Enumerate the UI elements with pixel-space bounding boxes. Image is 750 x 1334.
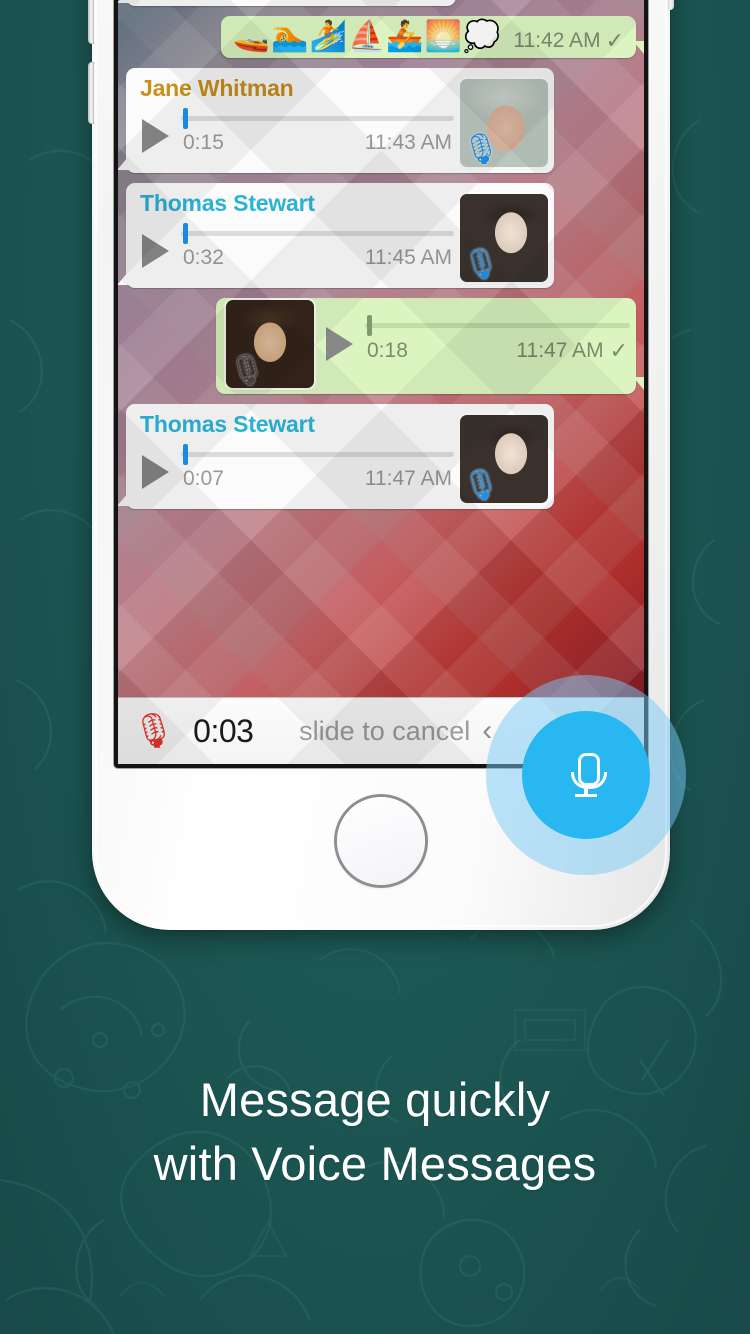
promo-caption: Message quickly with Voice Messages bbox=[0, 1068, 750, 1196]
sender-name: Jane Whitman bbox=[140, 74, 294, 101]
message-row: Thomas Stewart 0:32 11:45 AM 🎙 bbox=[118, 182, 636, 288]
voice-progress-track[interactable] bbox=[181, 444, 454, 466]
voice-track-column: 0:32 11:45 AM bbox=[181, 223, 454, 270]
record-mic-icon: 🎙 bbox=[132, 712, 176, 750]
emoji-speedboat-icon: 🚤 bbox=[232, 19, 271, 53]
voice-progress-track[interactable] bbox=[181, 108, 454, 130]
recording-elapsed: 0:03 bbox=[193, 712, 254, 749]
home-button[interactable] bbox=[337, 797, 425, 885]
delivered-tick-icon: ✓ bbox=[605, 27, 624, 53]
voice-duration: 0:18 bbox=[367, 339, 408, 363]
message-row: 🚤 🏊 🏄 ⛵ 🚣 🌅 💭 11:42 AM ✓ bbox=[126, 15, 644, 58]
voice-player[interactable]: 0:15 11:43 AM 🎙 bbox=[126, 78, 554, 173]
voice-progress-knob[interactable] bbox=[367, 315, 372, 337]
voice-meta: 0:07 11:47 AM bbox=[181, 467, 454, 491]
play-button[interactable] bbox=[326, 326, 353, 361]
voice-time-status: 11:47 AM ✓ bbox=[516, 338, 628, 364]
slide-to-cancel-label: slide to cancel bbox=[299, 715, 471, 746]
voice-mic-icon: 🎙 bbox=[462, 468, 501, 502]
voice-duration: 0:32 bbox=[183, 246, 224, 270]
message-time: 11:47 AM bbox=[364, 467, 452, 491]
avatar: 🎙 bbox=[460, 414, 548, 503]
voice-player[interactable]: 🎙 0:18 11:47 AM ✓ bbox=[216, 298, 636, 394]
voice-meta: 0:18 11:47 AM ✓ bbox=[365, 338, 630, 364]
voice-mic-icon: 🎙 bbox=[228, 353, 267, 387]
power-button[interactable] bbox=[668, 0, 674, 10]
caption-line-1: Message quickly bbox=[199, 1073, 551, 1126]
emoji-thought-balloon-icon: 💭 bbox=[463, 19, 501, 53]
voice-duration: 0:15 bbox=[183, 131, 224, 155]
volume-down-button[interactable] bbox=[88, 62, 94, 124]
delivered-tick-icon: ✓ bbox=[609, 338, 628, 364]
voice-progress-knob[interactable] bbox=[183, 108, 188, 130]
voice-progress-track[interactable] bbox=[181, 223, 454, 245]
voice-duration: 0:07 bbox=[183, 467, 224, 491]
emoji-swimmer-icon: 🏊 bbox=[271, 19, 309, 53]
volume-up-button[interactable] bbox=[88, 0, 94, 44]
avatar: 🎙 bbox=[226, 299, 314, 388]
voice-track-column: 0:07 11:47 AM bbox=[181, 444, 454, 491]
play-button[interactable] bbox=[142, 454, 169, 489]
screen-bezel: 🎙 0:09 bbox=[114, 0, 648, 768]
avatar: 🎙 bbox=[460, 78, 548, 167]
voice-mic-icon: 🎙 bbox=[462, 247, 501, 281]
emoji-surfer-icon: 🏄 bbox=[309, 19, 347, 53]
mic-record-button[interactable] bbox=[522, 711, 650, 839]
voice-bubble-outgoing[interactable]: 🎙 0:18 11:47 AM ✓ bbox=[216, 297, 644, 394]
emoji-bubble-outgoing[interactable]: 🚤 🏊 🏄 ⛵ 🚣 🌅 💭 11:42 AM ✓ bbox=[220, 15, 644, 58]
emoji-rowboat-icon: 🚣 bbox=[386, 19, 424, 53]
message-time: 11:43 AM bbox=[364, 131, 452, 155]
emoji-sunrise-icon: 🌅 bbox=[424, 19, 463, 53]
sender-name: Thomas Stewart bbox=[140, 189, 315, 216]
emoji-content: 🚤 🏊 🏄 ⛵ 🚣 🌅 💭 11:42 AM ✓ bbox=[221, 16, 636, 58]
sender-name: Thomas Stewart bbox=[140, 410, 315, 437]
voice-bubble-incoming[interactable]: Jane Whitman 0:15 11:43 AM 🎙 bbox=[118, 67, 554, 173]
emoji-sailboat-icon: ⛵ bbox=[347, 19, 386, 53]
phone-screen: 🎙 0:09 bbox=[118, 0, 644, 764]
text-bubble-incoming[interactable]: Francis Whitman 😜😝 Anyone who wants to t… bbox=[118, 0, 456, 6]
microphone-base bbox=[575, 794, 597, 797]
voice-bubble-incoming[interactable]: Thomas Stewart 0:32 11:45 AM 🎙 bbox=[118, 182, 554, 288]
voice-track-column: 0:15 11:43 AM bbox=[181, 108, 454, 155]
voice-progress-track[interactable] bbox=[365, 315, 630, 337]
voice-bubble-incoming[interactable]: Thomas Stewart 0:07 11:47 AM 🎙 bbox=[118, 403, 554, 509]
voice-player[interactable]: 0:32 11:45 AM 🎙 bbox=[126, 193, 554, 288]
microphone-icon bbox=[569, 753, 607, 797]
message-row: Jane Whitman 0:15 11:43 AM 🎙 bbox=[118, 67, 636, 173]
message-time: 11:42 AM bbox=[513, 29, 601, 53]
voice-progress-knob[interactable] bbox=[183, 444, 188, 466]
voice-meta: 0:15 11:43 AM bbox=[181, 131, 454, 155]
chat-wallpaper: 🎙 0:09 bbox=[118, 0, 644, 764]
play-button[interactable] bbox=[142, 118, 169, 153]
message-row: Francis Whitman 😜😝 Anyone who wants to t… bbox=[118, 0, 636, 6]
caption-line-2: with Voice Messages bbox=[153, 1136, 597, 1190]
voice-meta: 0:32 11:45 AM bbox=[181, 246, 454, 270]
message-time: 11:45 AM bbox=[364, 246, 452, 270]
chevron-left-icon: ‹ bbox=[482, 714, 493, 747]
message-list: 🎙 0:09 bbox=[118, 0, 644, 519]
voice-player[interactable]: 0:07 11:47 AM 🎙 bbox=[126, 414, 554, 509]
message-time-status: 11:42 AM ✓ bbox=[513, 27, 624, 53]
voice-track-column: 0:18 11:47 AM ✓ bbox=[365, 315, 630, 364]
message-row: 🎙 0:18 11:47 AM ✓ bbox=[126, 297, 644, 394]
avatar: 🎙 bbox=[460, 193, 548, 282]
message-time: 11:47 AM bbox=[516, 339, 604, 363]
message-row: Thomas Stewart 0:07 11:47 AM 🎙 bbox=[118, 403, 636, 509]
voice-mic-icon: 🎙 bbox=[462, 132, 501, 166]
voice-progress-knob[interactable] bbox=[183, 223, 188, 245]
message-text: 😜😝 Anyone who wants to tag along is more… bbox=[126, 0, 456, 6]
play-button[interactable] bbox=[142, 233, 169, 268]
